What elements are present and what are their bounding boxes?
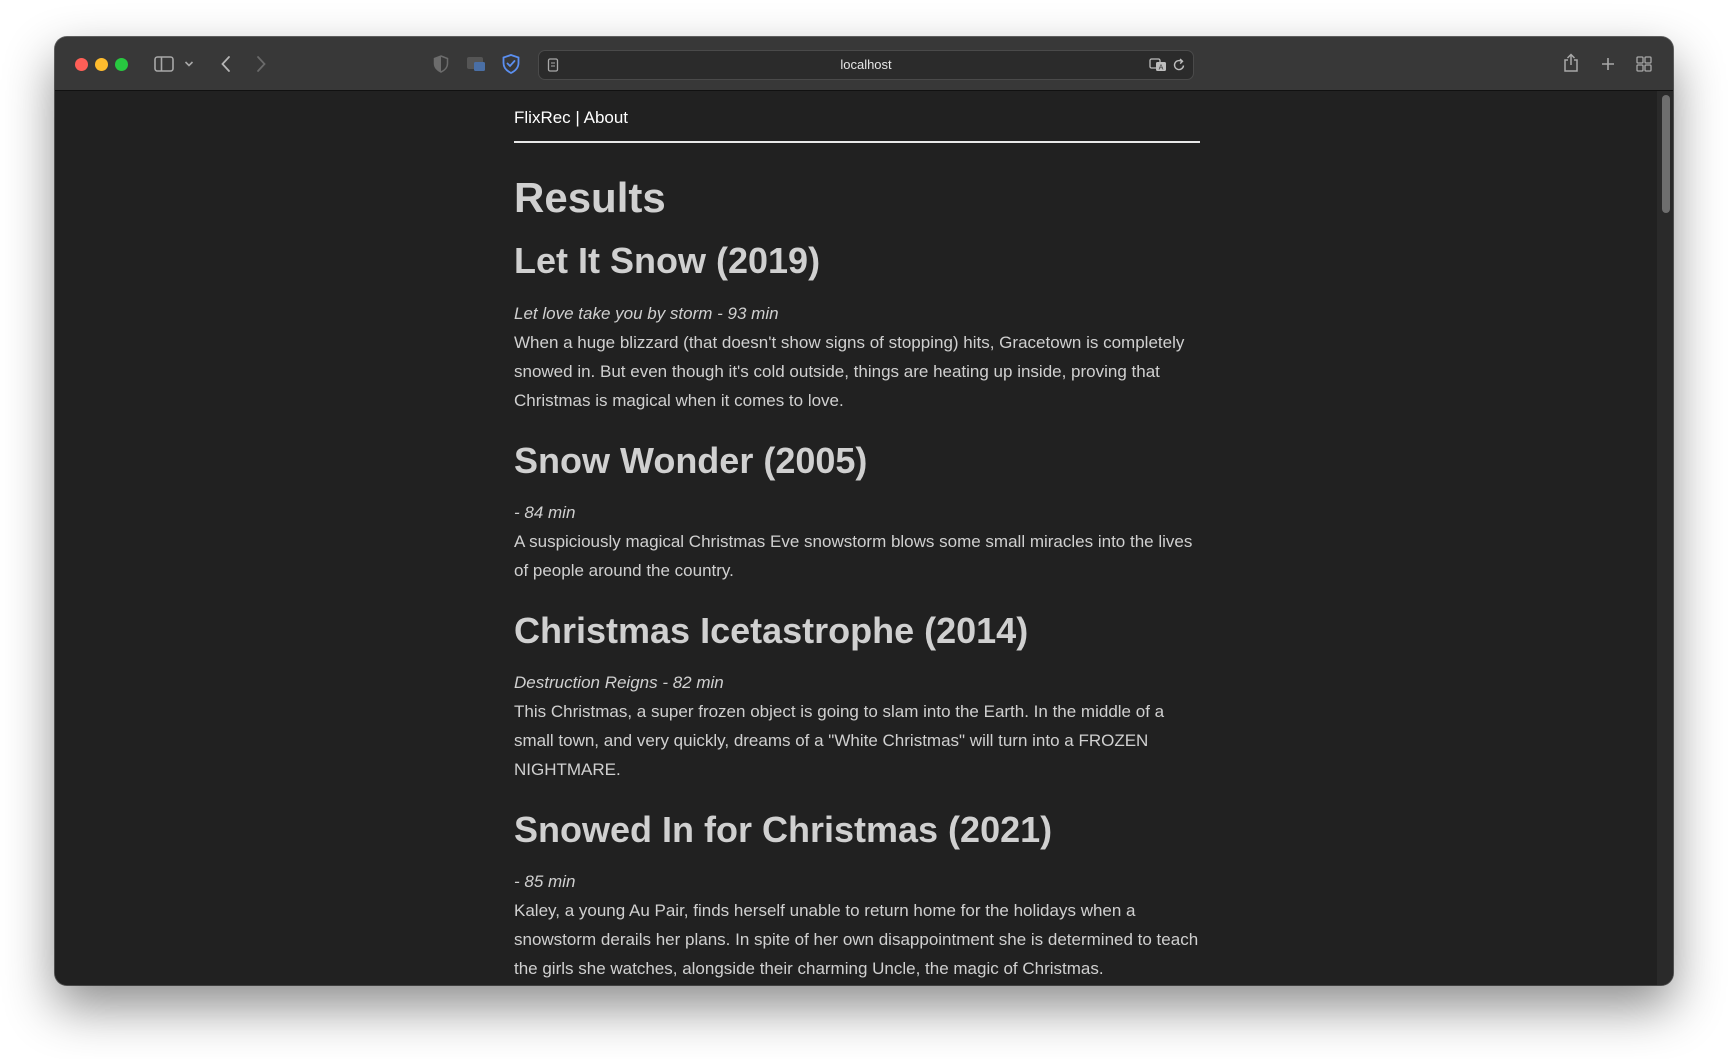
chevron-left-icon[interactable] — [216, 53, 236, 75]
translate-icon[interactable]: A — [1148, 56, 1168, 74]
browser-toolbar: localhost A — [55, 37, 1673, 91]
reload-icon[interactable] — [1171, 56, 1187, 74]
movie-description: This Christmas, a super frozen object is… — [514, 701, 1165, 779]
close-window-button[interactable] — [75, 58, 88, 71]
sidebar-icon[interactable] — [153, 54, 175, 74]
movie-description: Kaley, a young Au Pair, finds herself un… — [514, 901, 1199, 979]
movie-meta: - 85 min — [514, 872, 576, 892]
movie-meta: - 84 min — [514, 502, 576, 522]
maximize-window-button[interactable] — [115, 58, 128, 71]
page-title: Results — [514, 174, 666, 221]
movie-title: Snow Wonder (2005) — [514, 439, 868, 481]
address-bar[interactable]: localhost A — [538, 50, 1194, 80]
plus-icon[interactable] — [1598, 53, 1618, 75]
page-viewport: FlixRec | About Results Let It Snow (201… — [55, 91, 1673, 985]
svg-text:A: A — [1159, 64, 1164, 72]
scrollbar-thumb[interactable] — [1662, 95, 1670, 213]
movie-description: A suspiciously magical Christmas Eve sno… — [514, 531, 1193, 580]
movie-item: Snow Wonder (2005) - 84 min A suspicious… — [514, 439, 1200, 585]
nav-separator: | — [570, 108, 584, 127]
page-content: FlixRec | About Results Let It Snow (201… — [514, 91, 1200, 983]
movie-title: Christmas Icetastrophe (2014) — [514, 609, 1029, 651]
share-icon[interactable] — [1561, 51, 1581, 75]
brand-link[interactable]: FlixRec — [514, 108, 571, 127]
movie-meta: Destruction Reigns - 82 min — [514, 672, 724, 692]
chevron-right-icon[interactable] — [251, 53, 271, 75]
shield-icon[interactable] — [431, 53, 451, 75]
movie-meta: Let love take you by storm - 93 min — [514, 303, 779, 323]
minimize-window-button[interactable] — [95, 58, 108, 71]
grid-icon[interactable] — [1634, 53, 1654, 75]
about-link[interactable]: About — [584, 108, 628, 127]
movie-item: Let It Snow (2019) Let love take you by … — [514, 239, 1200, 414]
chevron-down-icon[interactable] — [182, 56, 196, 72]
movie-description: When a huge blizzard (that doesn't show … — [514, 332, 1185, 410]
bitwarden-shield-icon[interactable] — [501, 53, 521, 75]
movie-title: Let It Snow (2019) — [514, 240, 821, 282]
site-nav: FlixRec | About — [514, 91, 1200, 143]
scrollbar[interactable] — [1657, 91, 1673, 985]
address-text[interactable]: localhost — [539, 57, 1193, 72]
picture-in-picture-icon[interactable] — [465, 54, 487, 74]
movie-title: Snowed In for Christmas (2021) — [514, 808, 1053, 850]
browser-window: localhost A FlixRec | About Results Let … — [55, 37, 1673, 985]
movie-item: Snowed In for Christmas (2021) - 85 min … — [514, 808, 1200, 983]
movie-item: Christmas Icetastrophe (2014) Destructio… — [514, 609, 1200, 784]
